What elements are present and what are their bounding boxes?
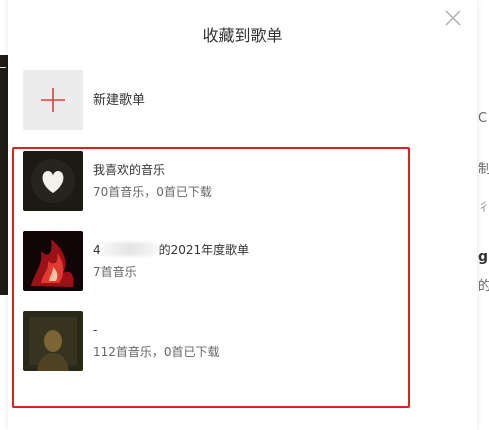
- playlist-meta: 70首音乐，0首已下载: [93, 185, 212, 199]
- playlist-name: 4 的2021年度歌单: [93, 242, 249, 258]
- background-text-fragment: 制: [478, 162, 489, 177]
- playlist-name: 我喜欢的音乐: [93, 163, 166, 177]
- background-divider: [0, 67, 6, 68]
- playlist-cover: [23, 151, 83, 211]
- playlist-meta: 7首音乐: [93, 265, 137, 279]
- playlist-item-3[interactable]: - 112首音乐，0首已下载: [23, 311, 453, 371]
- playlist-cover: [23, 311, 83, 371]
- flame-icon: [23, 231, 83, 291]
- background-text-fragment: g: [478, 249, 489, 265]
- new-playlist-cover: [23, 70, 83, 130]
- new-playlist-button[interactable]: 新建歌单: [23, 70, 453, 132]
- redacted-username-blur: [100, 242, 159, 256]
- background-dark-image-strip: [0, 55, 8, 295]
- background-text-fragment: C: [478, 111, 488, 126]
- background-text-fragment: 的: [478, 279, 489, 294]
- close-icon[interactable]: [444, 9, 462, 27]
- playlist-cover: [23, 231, 83, 291]
- collect-to-playlist-dialog: 收藏到歌单 新建歌单 我喜欢的音乐 70首音乐，0首已下载 4 的2021年度歌…: [8, 0, 477, 430]
- playlist-item-liked[interactable]: 我喜欢的音乐 70首音乐，0首已下载: [23, 151, 453, 211]
- background-text-fragment: 彳: [478, 200, 489, 214]
- plus-icon: [41, 88, 65, 112]
- dialog-title: 收藏到歌单: [202, 26, 283, 45]
- playlist-name-prefix: 4: [93, 243, 101, 257]
- playlist-name-suffix: 的2021年度歌单: [158, 243, 250, 257]
- playlist-item-2021-annual[interactable]: 4 的2021年度歌单 7首音乐: [23, 231, 453, 291]
- portrait-icon: [23, 311, 83, 371]
- playlist-meta: 112首音乐，0首已下载: [93, 345, 220, 359]
- new-playlist-label: 新建歌单: [93, 93, 146, 108]
- playlist-name: -: [93, 323, 98, 337]
- heart-icon: [23, 151, 83, 211]
